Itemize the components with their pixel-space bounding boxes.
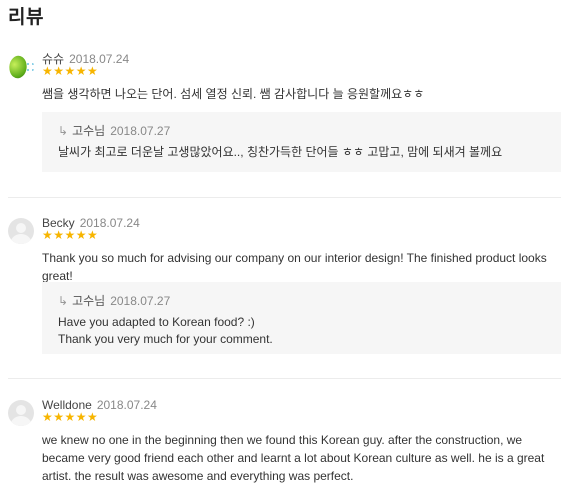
reply-line: 날씨가 최고로 더운날 고생많았어요.., 칭찬가득한 단어들 ㅎㅎ 고맙고, … (58, 145, 503, 159)
divider (8, 378, 561, 379)
reply-meta: ↳ 고수님 2018.07.27 (58, 122, 545, 139)
reply-text: 날씨가 최고로 더운날 고생많았어요.., 칭찬가득한 단어들 ㅎㅎ 고맙고, … (58, 144, 545, 161)
reply-arrow-icon: ↳ (58, 124, 69, 138)
reply-arrow-icon: ↳ (58, 294, 69, 308)
star-rating-icon: ★★★★★ (42, 64, 99, 78)
divider (8, 197, 561, 198)
reply-author: 고수님 (72, 294, 106, 308)
reply-line: Have you adapted to Korean food? :) (58, 315, 255, 329)
default-user-icon (16, 223, 26, 233)
review-date: 2018.07.24 (96, 398, 157, 412)
star-rating-icon: ★★★★★ (42, 410, 99, 424)
section-title: 리뷰 (8, 7, 44, 28)
default-user-icon (16, 405, 26, 415)
avatar (8, 218, 34, 244)
avatar (8, 54, 34, 80)
reply-date: 2018.07.27 (110, 294, 171, 308)
reply-meta: ↳ 고수님 2018.07.27 (58, 292, 545, 309)
reply-box: ↳ 고수님 2018.07.27 날씨가 최고로 더운날 고생많았어요.., 칭찬가… (42, 112, 561, 172)
review-text: we knew no one in the beginning then we … (42, 433, 545, 483)
reply-text: Have you adapted to Korean food? :) Than… (58, 314, 545, 348)
reply-date: 2018.07.27 (110, 124, 171, 138)
reply-box: ↳ 고수님 2018.07.27 Have you adapted to Korea… (42, 282, 561, 354)
star-rating-icon: ★★★★★ (42, 228, 99, 242)
reply-author: 고수님 (72, 124, 106, 138)
review-text: 쌤을 생각하면 나오는 단어. 섬세 열정 신뢰. 쌤 감사합니다 늘 응원할께… (42, 87, 425, 101)
review-text: Thank you so much for advising our compa… (42, 251, 547, 283)
reviews-page: 리뷰 슈슈 2018.07.24 ★★★★★ 쌤을 생각하면 나오는 단어. 섬세… (0, 0, 569, 492)
reply-line: Thank you very much for your comment. (58, 332, 273, 346)
avatar (8, 400, 34, 426)
